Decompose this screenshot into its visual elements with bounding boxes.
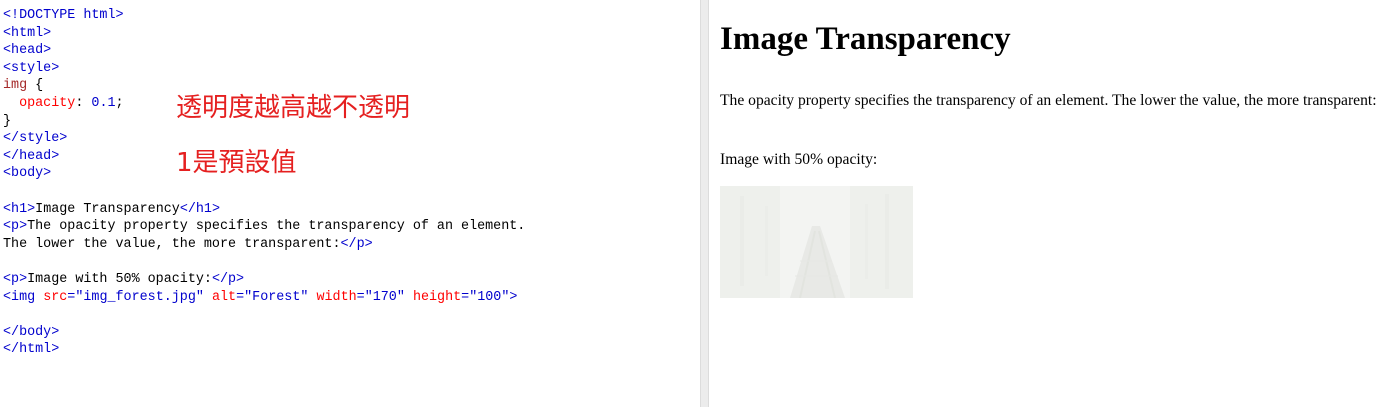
code-token: "Forest"	[244, 289, 309, 305]
code-token: </body>	[3, 324, 60, 340]
code-token: =	[356, 289, 365, 305]
code-token: Image with 50% opacity:	[27, 271, 212, 287]
code-token: </style>	[3, 131, 68, 147]
code-line[interactable]	[3, 183, 525, 201]
code-token: The lower the value, the more transparen…	[3, 236, 341, 252]
code-token: </html>	[3, 342, 60, 358]
code-token: <style>	[3, 60, 60, 76]
code-token: }	[3, 113, 12, 129]
code-token: "170"	[364, 289, 405, 305]
code-line[interactable]	[3, 306, 525, 324]
code-token: width	[316, 289, 357, 305]
code-line[interactable]: <html>	[3, 25, 525, 43]
code-line[interactable]: <p>Image with 50% opacity:</p>	[3, 271, 525, 289]
code-token: "100"	[469, 289, 510, 305]
code-token: <body>	[3, 166, 52, 182]
code-token: </p>	[211, 271, 245, 287]
forest-image-graphic	[720, 186, 913, 298]
annotation-default-note: 1是預設值	[176, 148, 297, 178]
code-line[interactable]: <img src="img_forest.jpg" alt="Forest" w…	[3, 289, 525, 307]
code-token: "img_forest.jpg"	[75, 289, 204, 305]
code-token: <!DOCTYPE html>	[3, 8, 124, 23]
code-token: <h1>	[3, 201, 36, 217]
code-token: The opacity property specifies the trans…	[27, 219, 526, 235]
code-line[interactable]: </style>	[3, 130, 525, 148]
code-token: img	[3, 78, 28, 94]
code-editor[interactable]: <!DOCTYPE html> <html> <head> <style> img { …	[3, 7, 525, 359]
code-line[interactable]: </body>	[3, 324, 525, 342]
result-preview-pane: Image Transparency The opacity property …	[720, 0, 1392, 407]
code-token: src	[43, 289, 68, 305]
code-token: </h1>	[179, 201, 220, 217]
code-line[interactable]: <head>	[3, 42, 525, 60]
code-token: =	[461, 289, 470, 305]
code-line[interactable]: <style>	[3, 60, 525, 78]
code-token: opacity	[19, 95, 76, 111]
code-token: <html>	[3, 25, 52, 41]
code-token: height	[412, 289, 462, 305]
code-token: ;	[115, 95, 124, 111]
code-token: Image Transparency	[35, 201, 180, 217]
preview-heading: Image Transparency	[720, 21, 1011, 57]
code-token: =	[236, 289, 245, 305]
code-token: 0.1	[91, 95, 116, 111]
code-token: <p>	[3, 219, 28, 235]
code-line[interactable]: <h1>Image Transparency</h1>	[3, 201, 525, 219]
code-token: {	[27, 78, 44, 94]
pane-divider-handle[interactable]	[700, 0, 709, 407]
code-line[interactable]: <!DOCTYPE html>	[3, 7, 525, 25]
forest-image	[720, 186, 913, 298]
code-token: <p>	[3, 271, 28, 287]
code-token: >	[509, 289, 518, 305]
code-line[interactable]: The lower the value, the more transparen…	[3, 236, 525, 254]
code-token: :	[75, 95, 92, 111]
preview-paragraph-description: The opacity property specifies the trans…	[720, 92, 1377, 109]
code-token: </head>	[3, 148, 60, 164]
code-line[interactable]	[3, 253, 525, 271]
code-token: <img	[3, 289, 44, 305]
code-line[interactable]: </html>	[3, 341, 525, 359]
code-token: </p>	[340, 236, 373, 252]
code-line[interactable]: <p>The opacity property specifies the tr…	[3, 218, 525, 236]
annotation-opacity-note: 透明度越高越不透明	[176, 93, 411, 123]
preview-paragraph-image-caption: Image with 50% opacity:	[720, 151, 878, 168]
code-token: alt	[211, 289, 237, 305]
code-editor-pane[interactable]: <!DOCTYPE html> <html> <head> <style> img { …	[0, 0, 700, 407]
code-token: <head>	[3, 43, 52, 59]
